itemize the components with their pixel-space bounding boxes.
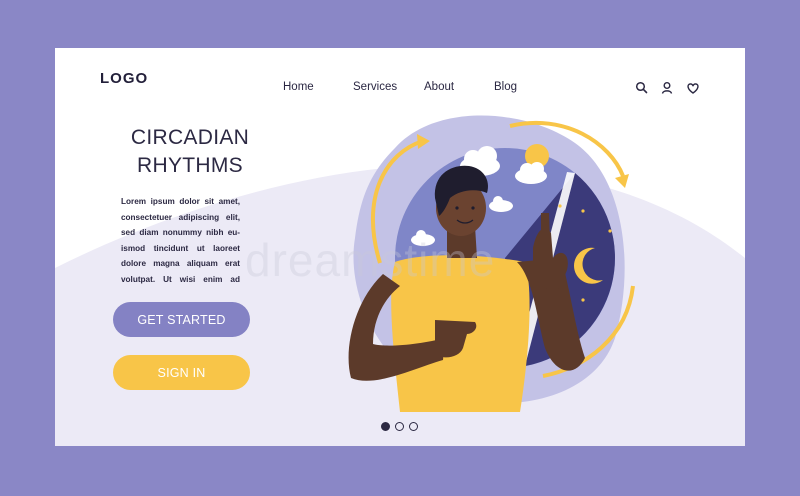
carousel-dot-1[interactable] <box>381 422 390 431</box>
carousel-dot-3[interactable] <box>409 422 418 431</box>
landing-page: LOGO Home Services About Blog CIRCADIAN … <box>55 48 745 446</box>
circadian-illustration <box>348 115 635 412</box>
carousel-dot-2[interactable] <box>395 422 404 431</box>
